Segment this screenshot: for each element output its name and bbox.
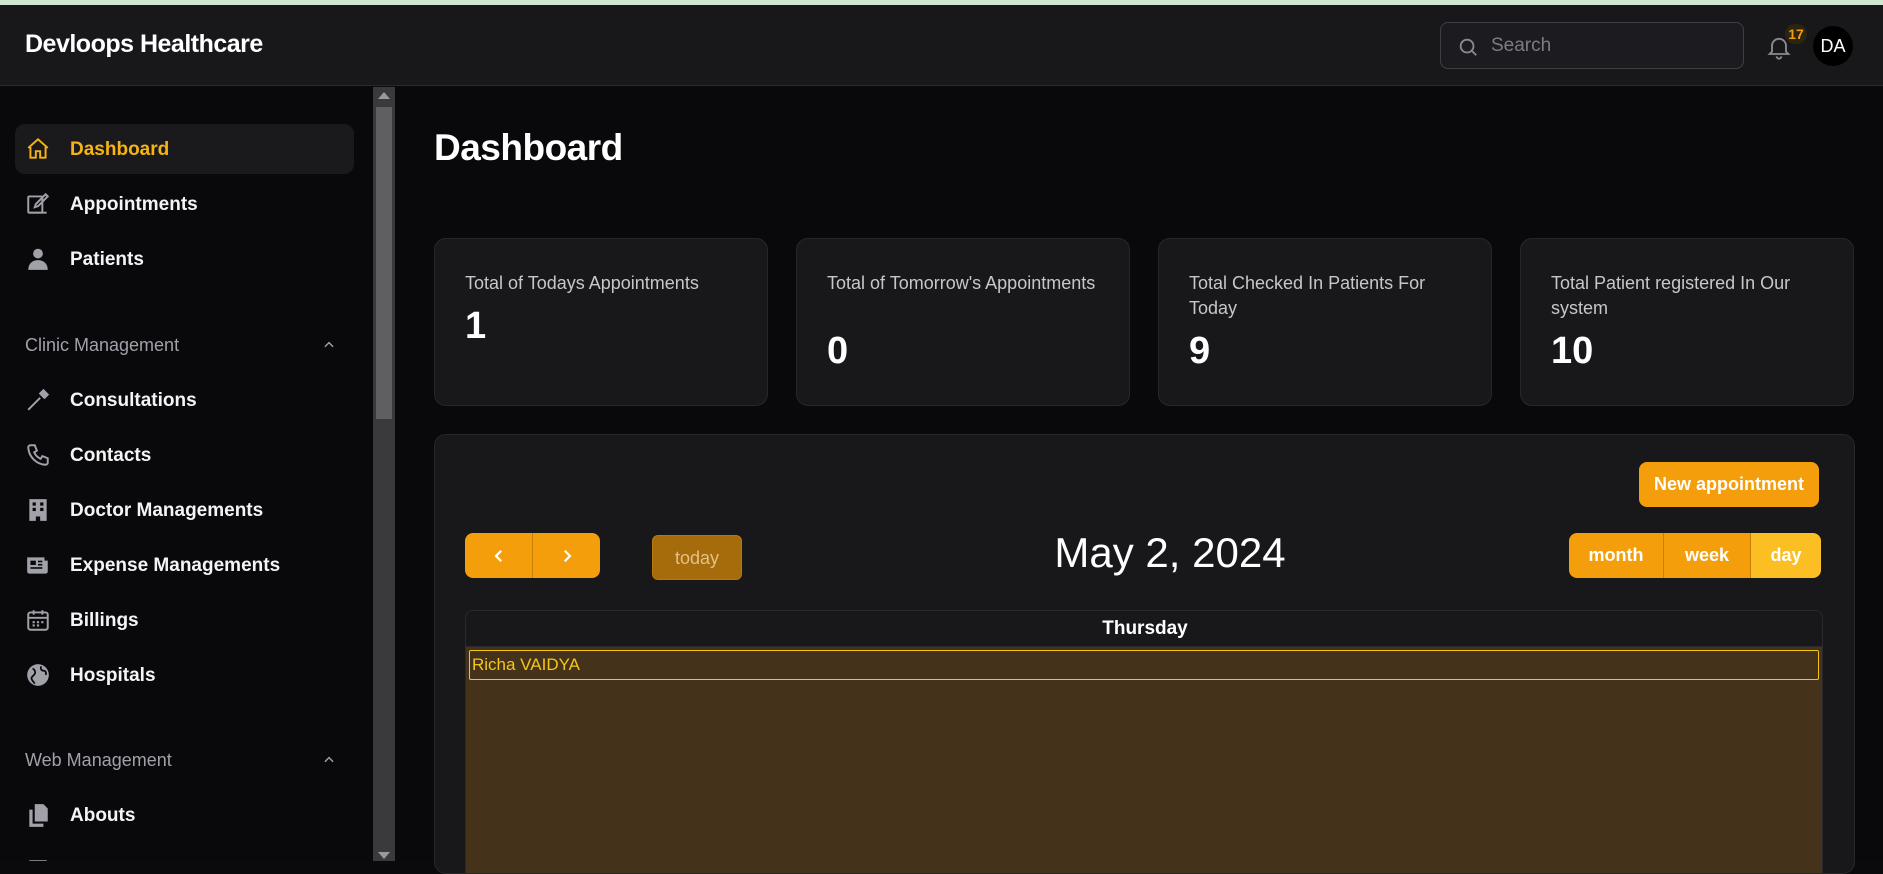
day-body[interactable]: Richa VAIDYA bbox=[466, 647, 1822, 873]
sidebar-item-dashboard[interactable]: Dashboard bbox=[15, 124, 354, 174]
notification-badge: 17 bbox=[1785, 24, 1807, 44]
prev-button[interactable] bbox=[465, 533, 532, 578]
avatar[interactable]: DA bbox=[1813, 26, 1853, 66]
stat-card-checked-in: Total Checked In Patients For Today 9 bbox=[1158, 238, 1492, 406]
day-header: Thursday bbox=[466, 611, 1822, 647]
stat-card-registered: Total Patient registered In Our system 1… bbox=[1520, 238, 1854, 406]
calendar-day-grid: Thursday Richa VAIDYA bbox=[465, 610, 1823, 873]
sidebar-item-abouts[interactable]: Abouts bbox=[15, 790, 354, 840]
sidebar-item-label: Patients bbox=[70, 249, 144, 270]
stat-card-tomorrow: Total of Tomorrow's Appointments 0 bbox=[796, 238, 1130, 406]
sidebar-item-appointments[interactable]: Appointments bbox=[15, 179, 354, 229]
stat-card-value: 0 bbox=[827, 330, 849, 372]
calendar-date-title: May 2, 2024 bbox=[1054, 529, 1286, 576]
main-content: Dashboard Total of Todays Appointments 1… bbox=[395, 87, 1883, 874]
page-title: Dashboard bbox=[434, 127, 623, 168]
sidebar-item-billings[interactable]: Billings bbox=[15, 595, 354, 645]
chevron-left-icon bbox=[493, 549, 502, 562]
sidebar-item-doctor-managements[interactable]: Doctor Managements bbox=[15, 485, 354, 535]
sidebar: Dashboard Appointments Patients Clinic M… bbox=[0, 87, 373, 861]
calendar-event[interactable]: Richa VAIDYA bbox=[469, 650, 1819, 680]
phone-icon bbox=[27, 444, 49, 466]
stat-card-value: 1 bbox=[465, 305, 487, 347]
chevron-up-icon bbox=[324, 341, 334, 348]
files-icon bbox=[29, 804, 48, 827]
sidebar-item-next[interactable] bbox=[15, 845, 354, 861]
stat-card-title: Total Checked In Patients For Today bbox=[1189, 273, 1426, 318]
calendar-view-switcher: month week day bbox=[1569, 533, 1821, 578]
building-icon bbox=[29, 499, 47, 521]
sidebar-item-label: Doctor Managements bbox=[70, 500, 264, 521]
sidebar-item-consultations[interactable]: Consultations bbox=[15, 375, 354, 425]
chevron-right-icon bbox=[563, 549, 572, 562]
user-icon bbox=[28, 248, 48, 270]
sidebar-item-label: Billings bbox=[70, 610, 139, 631]
stat-card-value: 9 bbox=[1189, 330, 1211, 372]
view-week-button[interactable]: week bbox=[1663, 533, 1750, 578]
scroll-thumb[interactable] bbox=[376, 107, 392, 419]
search-input[interactable] bbox=[1491, 23, 1731, 68]
sidebar-item-expense-managements[interactable]: Expense Managements bbox=[15, 540, 354, 590]
sidebar-item-label: Abouts bbox=[70, 805, 136, 826]
scroll-down-arrow-icon[interactable] bbox=[378, 852, 390, 859]
sidebar-scrollbar[interactable] bbox=[373, 87, 395, 861]
search-box[interactable] bbox=[1440, 22, 1744, 69]
new-appointment-button[interactable]: New appointment bbox=[1639, 462, 1819, 507]
calendar-panel: New appointment today May 2, 2024 month … bbox=[434, 434, 1855, 874]
sidebar-item-label: Expense Managements bbox=[70, 555, 281, 576]
today-button[interactable]: today bbox=[652, 535, 742, 580]
sidebar-item-hospitals[interactable]: Hospitals bbox=[15, 650, 354, 700]
sidebar-item-label: Dashboard bbox=[70, 139, 170, 160]
chevron-up-icon bbox=[324, 756, 334, 763]
stat-card-value: 10 bbox=[1551, 330, 1594, 372]
sidebar-item-label: Hospitals bbox=[70, 665, 156, 686]
document-icon bbox=[28, 860, 48, 861]
pipette-icon bbox=[27, 388, 50, 411]
sidebar-item-patients[interactable]: Patients bbox=[15, 234, 354, 284]
calendar-icon bbox=[27, 610, 49, 631]
stat-card-title: Total of Tomorrow's Appointments bbox=[827, 273, 1096, 293]
home-icon bbox=[27, 137, 49, 159]
section-clinic-management[interactable]: Clinic Management bbox=[25, 330, 345, 360]
next-button[interactable] bbox=[532, 533, 600, 578]
brand-title[interactable]: Devloops Healthcare bbox=[25, 30, 263, 59]
calendar-nav-buttons bbox=[465, 533, 600, 578]
sidebar-item-contacts[interactable]: Contacts bbox=[15, 430, 354, 480]
stat-card-title: Total of Todays Appointments bbox=[465, 273, 699, 293]
view-month-button[interactable]: month bbox=[1569, 533, 1663, 578]
section-web-management[interactable]: Web Management bbox=[25, 745, 345, 775]
section-label: Web Management bbox=[25, 750, 172, 770]
stat-card-title: Total Patient registered In Our system bbox=[1551, 273, 1791, 318]
newspaper-icon bbox=[27, 557, 48, 574]
section-label: Clinic Management bbox=[25, 335, 180, 355]
edit-icon bbox=[27, 192, 50, 214]
top-header: Devloops Healthcare 17 DA bbox=[0, 5, 1883, 86]
sidebar-item-label: Appointments bbox=[70, 194, 198, 215]
stat-card-today: Total of Todays Appointments 1 bbox=[434, 238, 768, 406]
globe-icon bbox=[27, 664, 49, 686]
view-day-button[interactable]: day bbox=[1750, 533, 1821, 578]
sidebar-item-label: Contacts bbox=[70, 445, 152, 466]
scroll-up-arrow-icon[interactable] bbox=[378, 92, 390, 99]
sidebar-item-label: Consultations bbox=[70, 390, 197, 411]
search-icon bbox=[1459, 38, 1477, 56]
